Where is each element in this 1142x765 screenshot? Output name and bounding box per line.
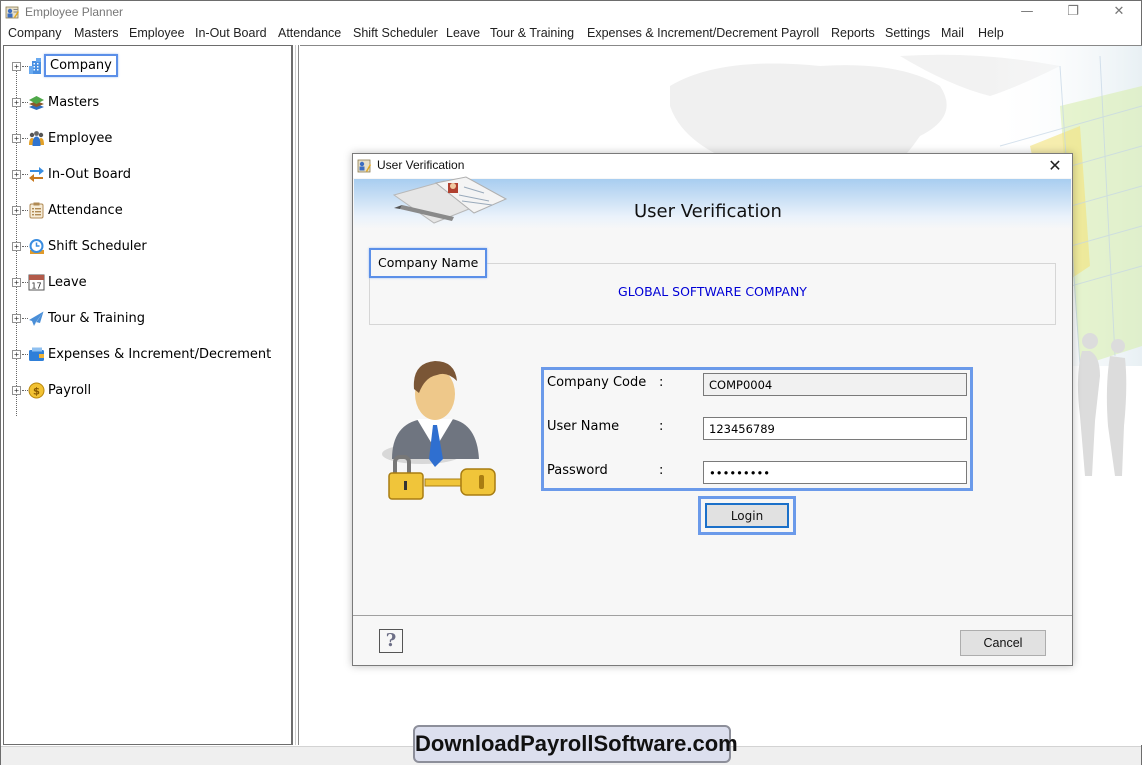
menu-leave[interactable]: Leave — [446, 26, 480, 40]
expand-icon[interactable]: + — [12, 242, 21, 251]
app-icon — [5, 6, 19, 19]
login-focus-frame: Login — [698, 496, 796, 535]
menu-settings[interactable]: Settings — [885, 26, 930, 40]
tree-item-label: Employee — [48, 131, 113, 146]
menu-payroll[interactable]: Payroll — [781, 26, 819, 40]
menu-shift-scheduler[interactable]: Shift Scheduler — [353, 26, 438, 40]
user-name-colon: : — [659, 419, 664, 434]
minimize-button[interactable]: — — [1004, 1, 1050, 23]
login-button[interactable]: Login — [705, 503, 789, 528]
notebook-pen-icon — [392, 176, 508, 224]
dialog-banner: User Verification — [354, 176, 1071, 229]
calendar-day-text: 17 — [31, 282, 41, 291]
svg-text:$: $ — [33, 387, 40, 398]
airplane-icon — [29, 311, 44, 326]
navigation-tree: + Company + Masters + Employee + In-Out … — [3, 45, 293, 745]
password-colon: : — [659, 463, 664, 478]
cancel-button[interactable]: Cancel — [960, 630, 1046, 656]
password-input[interactable] — [703, 461, 967, 484]
expand-icon[interactable]: + — [12, 170, 21, 179]
help-button[interactable]: ? — [379, 629, 403, 653]
window-title: Employee Planner — [25, 5, 124, 19]
tree-item-label: Payroll — [48, 383, 92, 398]
user-lock-key-icon — [382, 361, 496, 500]
dialog-title: User Verification — [377, 158, 465, 172]
expand-icon[interactable]: + — [12, 134, 21, 143]
close-window-button[interactable]: ✕ — [1096, 1, 1142, 23]
company-code-input[interactable] — [703, 373, 967, 396]
building-icon — [29, 58, 41, 74]
credentials-panel: Company Code : User Name : Password : — [541, 367, 973, 491]
tree-item-label: Expenses & Increment/Decrement — [48, 347, 272, 362]
menu-company[interactable]: Company — [8, 26, 62, 40]
expand-icon[interactable]: + — [12, 278, 21, 287]
menu-mail[interactable]: Mail — [941, 26, 964, 40]
tree-item-label: Company — [44, 54, 118, 77]
dollar-coin-icon: $ — [28, 382, 45, 399]
dialog-close-button[interactable]: ✕ — [1044, 155, 1066, 177]
tree-item-label: Tour & Training — [48, 311, 145, 326]
menu-in-out-board[interactable]: In-Out Board — [195, 26, 267, 40]
password-label: Password — [547, 463, 608, 478]
maximize-button[interactable]: ❐ — [1050, 1, 1096, 23]
expand-icon[interactable]: + — [12, 350, 21, 359]
user-verification-dialog: User Verification ✕ User Verification GL… — [352, 153, 1073, 666]
tree-item-label: In-Out Board — [48, 167, 132, 182]
app-window: Employee Planner — ❐ ✕ Company Masters E… — [0, 0, 1142, 765]
people-icon — [29, 131, 44, 146]
tree-item-label: Attendance — [48, 203, 123, 218]
company-name-legend: Company Name — [369, 248, 488, 278]
clock-icon — [29, 239, 44, 254]
menu-reports[interactable]: Reports — [831, 26, 875, 40]
expand-icon[interactable]: + — [12, 206, 21, 215]
swap-arrows-icon — [29, 167, 44, 182]
expand-icon[interactable]: + — [12, 62, 21, 71]
dialog-app-icon — [357, 159, 371, 173]
calendar-icon: 17 — [28, 274, 45, 291]
dialog-separator — [353, 615, 1072, 616]
expand-icon[interactable]: + — [12, 314, 21, 323]
banner-title: User Verification — [634, 201, 782, 222]
panel-splitter[interactable] — [295, 45, 299, 745]
tree-item-label: Masters — [48, 95, 100, 110]
user-name-label: User Name — [547, 419, 620, 434]
expand-icon[interactable]: + — [12, 386, 21, 395]
menu-attendance[interactable]: Attendance — [278, 26, 341, 40]
watermark-banner: DownloadPayrollSoftware.com — [413, 725, 738, 763]
wallet-icon — [29, 347, 44, 361]
layers-icon — [29, 96, 44, 110]
menu-expenses[interactable]: Expenses & Increment/Decrement — [587, 26, 777, 40]
tree-item-label: Leave — [48, 275, 87, 290]
company-name-value: GLOBAL SOFTWARE COMPANY — [618, 284, 807, 299]
menu-tour-training[interactable]: Tour & Training — [490, 26, 574, 40]
expand-icon[interactable]: + — [12, 98, 21, 107]
menu-masters[interactable]: Masters — [74, 26, 118, 40]
menu-help[interactable]: Help — [978, 26, 1004, 40]
tree-item-label: Shift Scheduler — [48, 239, 147, 254]
tree-connector-line — [16, 66, 17, 416]
menu-employee[interactable]: Employee — [129, 26, 185, 40]
clipboard-icon — [29, 202, 44, 219]
company-code-label: Company Code — [547, 375, 647, 390]
company-code-colon: : — [659, 375, 664, 390]
user-name-input[interactable] — [703, 417, 967, 440]
menu-bar: Company Masters Employee In-Out Board At… — [1, 24, 1141, 44]
title-bar: Employee Planner — ❐ ✕ — [1, 1, 1141, 24]
